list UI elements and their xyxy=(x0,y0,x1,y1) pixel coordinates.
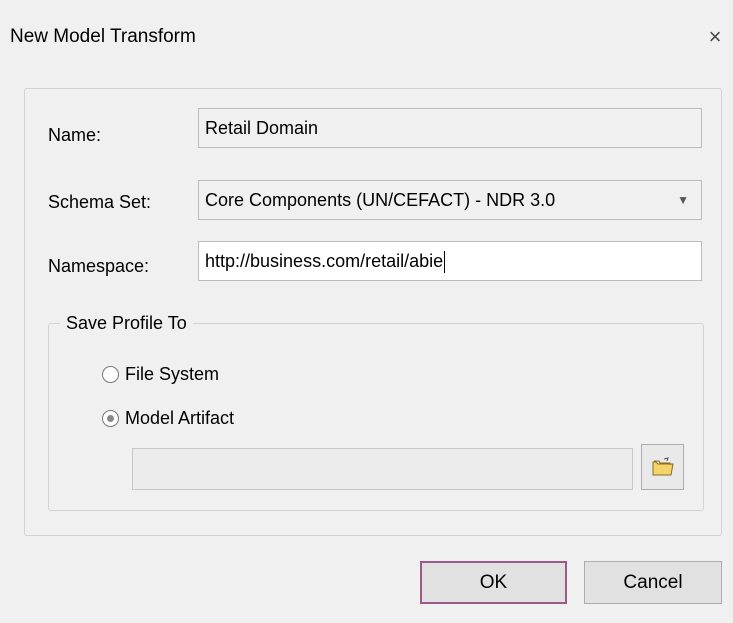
name-input-value: Retail Domain xyxy=(205,118,319,138)
cancel-button[interactable]: Cancel xyxy=(584,561,722,604)
namespace-label: Namespace: xyxy=(48,256,150,276)
schema-set-label: Schema Set: xyxy=(48,192,152,212)
namespace-input-value: http://business.com/retail/abie xyxy=(205,251,444,271)
radio-model-artifact[interactable]: Model Artifact xyxy=(102,408,234,429)
title-bar: New Model Transform × xyxy=(0,0,733,78)
save-profile-legend: Save Profile To xyxy=(60,313,193,334)
text-cursor xyxy=(444,251,446,274)
schema-set-select[interactable]: Core Components (UN/CEFACT) - NDR 3.0 ▼ xyxy=(198,180,702,220)
radio-file-system[interactable]: File System xyxy=(102,364,219,385)
radio-button-selected[interactable] xyxy=(102,410,119,427)
folder-icon xyxy=(652,457,674,476)
radio-button[interactable] xyxy=(102,366,119,383)
artifact-path-input xyxy=(132,448,633,490)
chevron-down-icon[interactable]: ▼ xyxy=(677,181,689,219)
dialog-title: New Model Transform xyxy=(10,26,196,47)
name-input[interactable]: Retail Domain xyxy=(198,108,702,148)
radio-file-system-label: File System xyxy=(125,364,220,384)
schema-set-value: Core Components (UN/CEFACT) - NDR 3.0 xyxy=(205,190,556,210)
browse-button[interactable] xyxy=(641,444,684,490)
radio-model-artifact-label: Model Artifact xyxy=(125,408,235,428)
close-icon[interactable]: × xyxy=(700,22,730,52)
ok-button[interactable]: OK xyxy=(420,561,567,604)
name-label: Name: xyxy=(48,125,102,145)
namespace-input[interactable]: http://business.com/retail/abie xyxy=(198,241,702,281)
